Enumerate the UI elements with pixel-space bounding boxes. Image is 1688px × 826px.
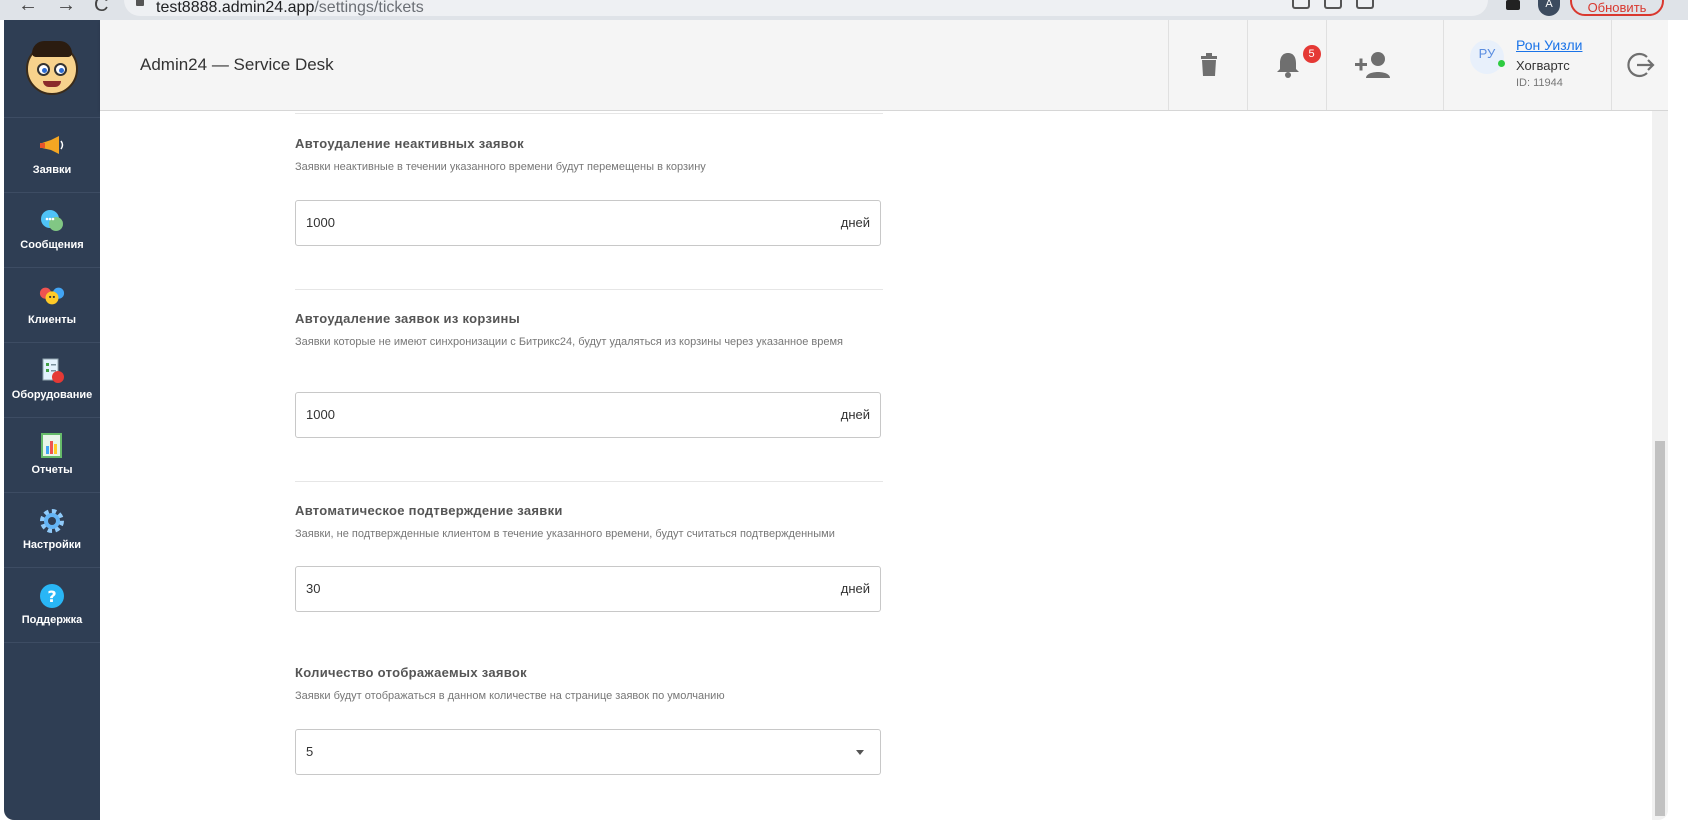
- update-browser-button[interactable]: Обновить: [1570, 0, 1664, 16]
- sidebar-item-label: Заявки: [32, 164, 72, 176]
- setting-description: Заявки которые не имеют синхронизации с …: [295, 336, 844, 348]
- sidebar: Заявки Сообщения Клиенты Оборудование От…: [4, 20, 100, 820]
- bell-icon: [1276, 53, 1299, 78]
- gear-icon: [39, 509, 65, 533]
- share-icon[interactable]: [1324, 0, 1342, 9]
- top-header: Admin24 — Service Desk 5 РУ Рон Уизли Хо…: [100, 20, 1668, 111]
- setting-description: Заявки неактивные в течении указанного в…: [295, 161, 706, 173]
- inactive-days-input[interactable]: 1000 дней: [295, 200, 881, 246]
- setting-title: Количество отображаемых заявок: [295, 665, 527, 680]
- svg-text:?: ?: [47, 587, 56, 606]
- section-divider: [295, 113, 883, 114]
- notifications-button[interactable]: 5: [1247, 20, 1327, 110]
- sidebar-item-support[interactable]: ? Поддержка: [4, 568, 100, 643]
- megaphone-icon: [39, 134, 65, 158]
- field-value: 5: [306, 744, 314, 759]
- avatar-logo-icon: [26, 40, 78, 95]
- setting-description: Заявки будут отображаться в данном колич…: [295, 690, 725, 702]
- sidebar-item-reports[interactable]: Отчеты: [4, 418, 100, 493]
- address-url[interactable]: test8888.admin24.app/settings/tickets: [156, 0, 424, 17]
- logout-button[interactable]: [1611, 20, 1668, 110]
- notification-count-badge: 5: [1302, 45, 1321, 63]
- chevron-down-icon: [856, 750, 864, 755]
- trash-button[interactable]: [1168, 20, 1248, 110]
- sidebar-item-label: Поддержка: [21, 614, 83, 626]
- add-user-button[interactable]: [1326, 20, 1416, 110]
- logo[interactable]: [4, 20, 100, 118]
- field-value: 1000: [306, 215, 335, 230]
- address-bar[interactable]: test8888.admin24.app/settings/tickets: [124, 0, 1488, 16]
- setting-title: Автоудаление заявок из корзины: [295, 311, 521, 326]
- sidebar-item-equipment[interactable]: Оборудование: [4, 343, 100, 418]
- setting-tickets-per-page: Количество отображаемых заявок Заявки бу…: [295, 665, 881, 775]
- user-company: Хогвартс: [1516, 58, 1570, 73]
- settings-content: Автоудаление неактивных заявок Заявки не…: [100, 111, 1668, 820]
- help-icon: ?: [39, 584, 65, 608]
- profile-avatar[interactable]: A: [1538, 0, 1560, 16]
- user-id: ID: 11944: [1516, 77, 1563, 89]
- sidebar-item-messages[interactable]: Сообщения: [4, 193, 100, 268]
- sidebar-item-label: Отчеты: [31, 464, 73, 476]
- trash-icon: [1200, 53, 1217, 76]
- setting-title: Автоматическое подтверждение заявки: [295, 503, 563, 518]
- sidebar-item-label: Настройки: [22, 539, 82, 551]
- sidebar-item-label: Сообщения: [20, 239, 84, 251]
- trash-days-input[interactable]: 1000 дней: [295, 392, 881, 438]
- online-status-dot: [1498, 60, 1505, 67]
- field-unit: дней: [840, 581, 870, 596]
- star-icon[interactable]: [1356, 0, 1374, 9]
- sidebar-item-tickets[interactable]: Заявки: [4, 118, 100, 193]
- tickets-per-page-select[interactable]: 5: [295, 729, 881, 775]
- sidebar-item-settings[interactable]: Настройки: [4, 493, 100, 568]
- search-icon[interactable]: [1292, 0, 1310, 9]
- logout-icon: [1626, 52, 1655, 78]
- setting-title: Автоудаление неактивных заявок: [295, 136, 524, 151]
- setting-auto-confirm: Автоматическое подтверждение заявки Заяв…: [295, 503, 881, 612]
- setting-inactive-autodelete: Автоудаление неактивных заявок Заявки не…: [295, 136, 881, 246]
- user-name-link[interactable]: Рон Уизли: [1516, 37, 1582, 53]
- browser-toolbar: ←→C test8888.admin24.app/settings/ticket…: [0, 0, 1688, 20]
- app-window: Заявки Сообщения Клиенты Оборудование От…: [4, 20, 1668, 820]
- field-unit: дней: [840, 215, 870, 230]
- vertical-scrollbar[interactable]: [1652, 111, 1668, 820]
- add-user-icon: [1354, 52, 1390, 78]
- clients-icon: [39, 284, 65, 308]
- page-title: Admin24 — Service Desk: [140, 55, 334, 74]
- extension-icon[interactable]: [1506, 0, 1520, 10]
- sidebar-item-label: Клиенты: [27, 314, 76, 326]
- setting-trash-autodelete: Автоудаление заявок из корзины Заявки ко…: [295, 311, 881, 438]
- section-divider: [295, 289, 883, 290]
- confirm-days-input[interactable]: 30 дней: [295, 566, 881, 612]
- user-profile[interactable]: РУ Рон Уизли Хогвартс ID: 11944: [1443, 20, 1612, 110]
- report-icon: [39, 433, 65, 458]
- chat-bubble-icon: [39, 209, 65, 233]
- scrollbar-thumb[interactable]: [1655, 441, 1665, 816]
- setting-description: Заявки, не подтвержденные клиентом в теч…: [295, 528, 835, 540]
- section-divider: [295, 481, 883, 482]
- browser-nav-buttons[interactable]: ←→C: [18, 0, 126, 17]
- sidebar-item-label: Оборудование: [11, 389, 93, 401]
- user-initials-avatar: РУ: [1470, 40, 1504, 74]
- field-unit: дней: [840, 407, 870, 422]
- field-value: 30: [306, 581, 321, 596]
- sidebar-item-clients[interactable]: Клиенты: [4, 268, 100, 343]
- equipment-icon: [39, 358, 65, 383]
- lock-icon: [136, 0, 144, 6]
- field-value: 1000: [306, 407, 335, 422]
